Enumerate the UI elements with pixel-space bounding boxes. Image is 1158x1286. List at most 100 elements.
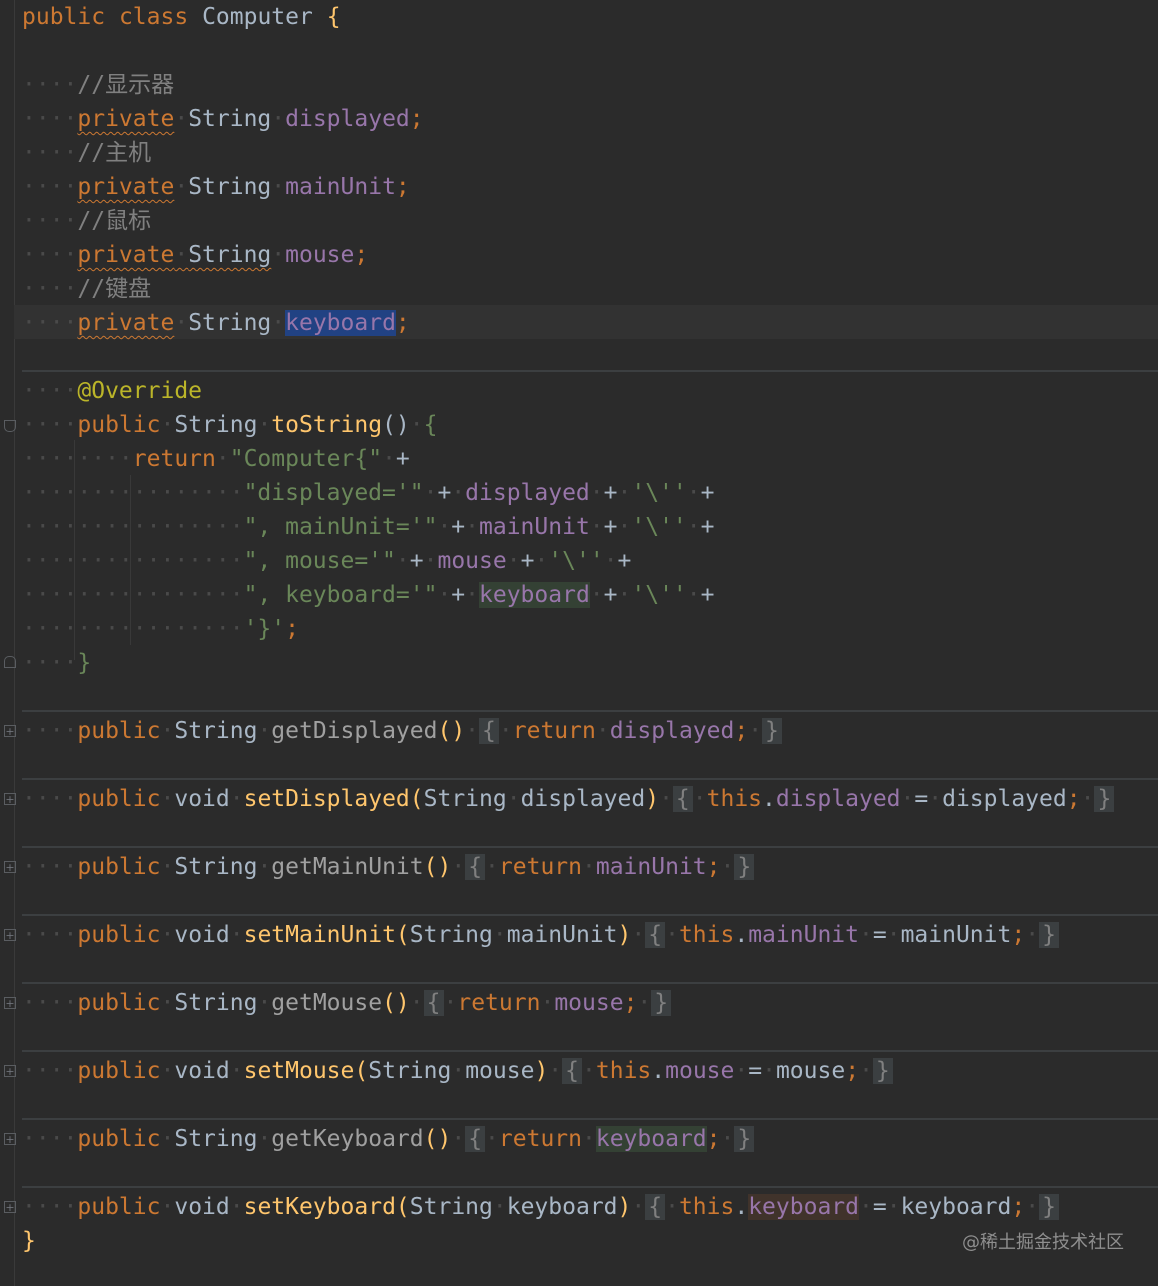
type: void bbox=[174, 786, 230, 812]
setter-method-line[interactable]: ····public·void·setMouse(String·mouse)·{… bbox=[22, 1054, 893, 1088]
setter-method-line[interactable]: ····public·void·setDisplayed(String·disp… bbox=[22, 782, 1115, 816]
folded-body[interactable]: { bbox=[465, 854, 486, 880]
expand-fold-icon[interactable]: + bbox=[4, 861, 16, 874]
method-signature[interactable]: ····public·String·toString()·{ bbox=[22, 408, 438, 442]
class-name: Computer bbox=[202, 4, 313, 30]
folded-body[interactable]: { bbox=[465, 1126, 486, 1152]
code-line[interactable]: ················'}'; bbox=[22, 612, 299, 646]
string-literal: "displayed='" bbox=[243, 480, 424, 506]
folded-body[interactable]: { bbox=[562, 1058, 583, 1084]
folded-body-end[interactable]: } bbox=[1039, 1194, 1059, 1220]
modifier: private bbox=[77, 106, 175, 132]
method-separator bbox=[22, 1118, 1158, 1120]
keyword: this bbox=[678, 1194, 735, 1220]
method-name: getDisplayed bbox=[271, 718, 438, 744]
method-separator bbox=[22, 370, 1158, 372]
folded-body-end[interactable]: } bbox=[734, 1126, 755, 1152]
code-line[interactable]: ················", mainUnit='"·+·mainUni… bbox=[22, 510, 714, 544]
expand-fold-icon[interactable]: + bbox=[4, 793, 16, 806]
operator: + bbox=[617, 548, 632, 574]
folded-body-end[interactable]: } bbox=[734, 854, 755, 880]
folded-body-end[interactable]: } bbox=[762, 718, 782, 744]
semicolon: ; bbox=[623, 990, 638, 1016]
getter-method-line[interactable]: ····public·String·getDisplayed()·{·retur… bbox=[22, 714, 782, 748]
operator: = bbox=[914, 786, 929, 812]
keyword: return bbox=[498, 854, 582, 880]
field-comment[interactable]: ····//主机 bbox=[22, 136, 151, 170]
folded-body-end[interactable]: } bbox=[1094, 786, 1115, 812]
modifier: public bbox=[77, 718, 161, 744]
type: String bbox=[188, 310, 272, 336]
field-declaration[interactable]: ····private·String·keyboard; bbox=[22, 306, 410, 340]
keyword: return bbox=[457, 990, 541, 1016]
param-type: String bbox=[409, 922, 493, 948]
expand-fold-icon[interactable]: + bbox=[4, 725, 16, 738]
operator: + bbox=[700, 514, 715, 540]
method-name: setDisplayed bbox=[243, 786, 410, 812]
open-brace: { bbox=[423, 412, 438, 438]
field-comment[interactable]: ····//键盘 bbox=[22, 272, 151, 306]
semicolon: ; bbox=[845, 1058, 860, 1084]
modifier: private bbox=[77, 310, 175, 336]
expand-fold-icon[interactable]: + bbox=[4, 929, 16, 942]
comment: //鼠标 bbox=[77, 208, 152, 234]
folded-body[interactable]: { bbox=[423, 990, 444, 1016]
folded-body[interactable]: { bbox=[479, 718, 499, 744]
folded-body[interactable]: { bbox=[672, 786, 693, 812]
type: String bbox=[188, 174, 272, 200]
getter-method-line[interactable]: ····public·String·getMouse()·{·return·mo… bbox=[22, 986, 672, 1020]
setter-method-line[interactable]: ····public·void·setMainUnit(String·mainU… bbox=[22, 918, 1059, 952]
operator: = bbox=[872, 922, 887, 948]
modifier: public bbox=[77, 786, 161, 812]
fold-toggle-icon[interactable] bbox=[4, 656, 16, 668]
code-line[interactable]: ················", keyboard='"·+·keyboar… bbox=[22, 578, 714, 612]
type: void bbox=[174, 1058, 230, 1084]
param-ref: keyboard bbox=[900, 1194, 1012, 1220]
field-comment[interactable]: ····//鼠标 bbox=[22, 204, 151, 238]
folded-body[interactable]: { bbox=[645, 922, 666, 948]
field-declaration[interactable]: ····private·String·displayed; bbox=[22, 102, 424, 136]
folded-body[interactable]: { bbox=[645, 1194, 666, 1220]
class-close-line[interactable]: } bbox=[22, 1224, 36, 1258]
method-separator bbox=[22, 1186, 1158, 1188]
fold-toggle-icon[interactable] bbox=[4, 420, 16, 432]
char-literal: '\'' bbox=[631, 582, 687, 608]
semicolon: ; bbox=[1066, 786, 1081, 812]
field-declaration[interactable]: ····private·String·mainUnit; bbox=[22, 170, 410, 204]
param-name: mouse bbox=[465, 1058, 535, 1084]
setter-method-line[interactable]: ····public·void·setKeyboard(String·keybo… bbox=[22, 1190, 1059, 1224]
expand-fold-icon[interactable]: + bbox=[4, 997, 16, 1010]
field-ref: keyboard bbox=[748, 1194, 859, 1220]
keyword: return bbox=[512, 718, 596, 744]
method-separator bbox=[22, 778, 1158, 780]
string-literal: ", keyboard='" bbox=[243, 582, 438, 608]
type: String bbox=[174, 1126, 258, 1152]
method-name: getMouse bbox=[271, 990, 383, 1016]
expand-fold-icon[interactable]: + bbox=[4, 1133, 16, 1146]
expand-fold-icon[interactable]: + bbox=[4, 1065, 16, 1078]
type: void bbox=[174, 922, 230, 948]
field-ref: displayed bbox=[609, 718, 735, 744]
field-declaration[interactable]: ····private·String·mouse; bbox=[22, 238, 368, 272]
code-line[interactable]: ········return·"Computer{"·+ bbox=[22, 442, 410, 476]
char-literal: '}' bbox=[243, 616, 286, 642]
code-line[interactable]: ················"displayed='"·+·displaye… bbox=[22, 476, 714, 510]
folded-body-end[interactable]: } bbox=[872, 1058, 893, 1084]
getter-method-line[interactable]: ····public·String·getMainUnit()·{·return… bbox=[22, 850, 755, 884]
folded-body-end[interactable]: } bbox=[1039, 922, 1059, 948]
field-comment[interactable]: ····//显示器 bbox=[22, 68, 174, 102]
field-ref: mouse bbox=[437, 548, 507, 574]
selected-field-name[interactable]: keyboard bbox=[285, 310, 396, 336]
folded-body-end[interactable]: } bbox=[651, 990, 672, 1016]
comment: //键盘 bbox=[77, 276, 152, 302]
semicolon: ; bbox=[395, 174, 410, 200]
parens: () bbox=[423, 1126, 452, 1152]
code-line[interactable]: ····} bbox=[22, 646, 91, 680]
expand-fold-icon[interactable]: + bbox=[4, 1201, 16, 1214]
modifier: public bbox=[77, 1058, 161, 1084]
getter-method-line[interactable]: ····public·String·getKeyboard()·{·return… bbox=[22, 1122, 755, 1156]
annotation-line[interactable]: ····@Override bbox=[22, 374, 202, 408]
class-declaration[interactable]: public class Computer { bbox=[22, 0, 341, 34]
code-line[interactable]: ················", mouse='"·+·mouse·+·'\… bbox=[22, 544, 631, 578]
field-name: mainUnit bbox=[285, 174, 396, 200]
